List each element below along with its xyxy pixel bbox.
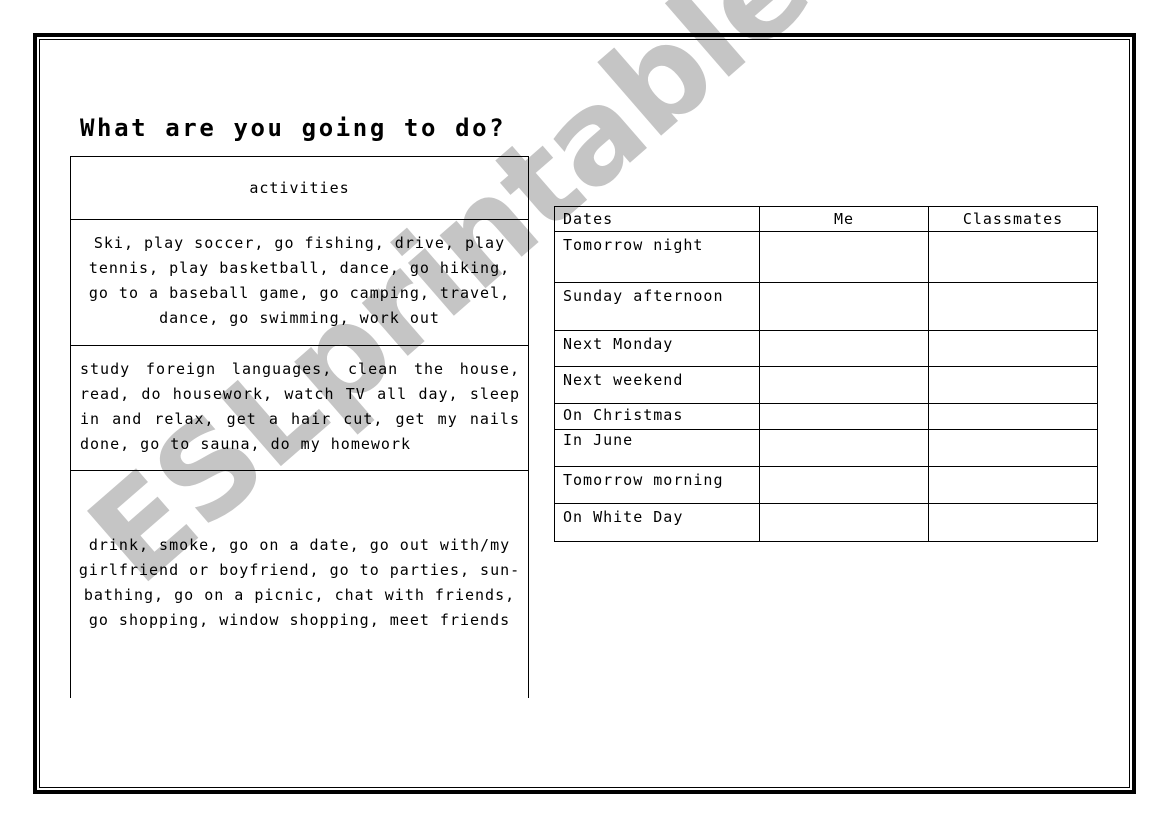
page-border-inner bbox=[39, 39, 1130, 788]
